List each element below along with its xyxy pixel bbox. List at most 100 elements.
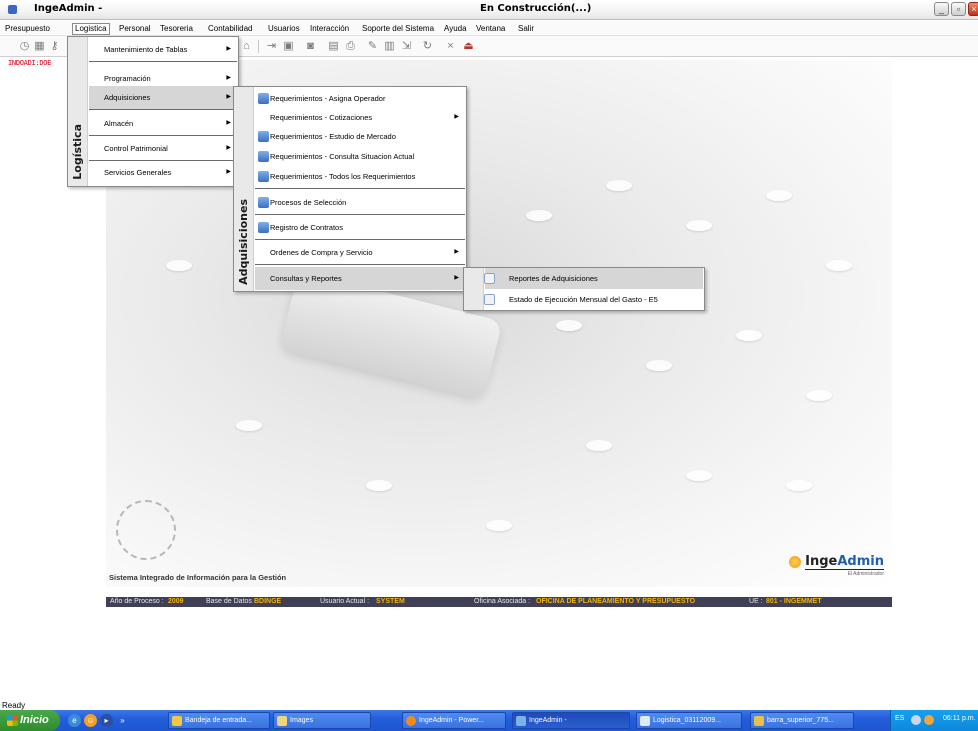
preview-icon[interactable]: ▤: [327, 40, 340, 53]
app-globe-icon: [406, 716, 416, 726]
decor-dot: [826, 260, 852, 271]
messenger-tray-icon[interactable]: [924, 715, 934, 725]
requirement-icon: [258, 93, 269, 104]
brand-prefix: Inge: [805, 554, 838, 569]
export-icon[interactable]: ⇲: [400, 40, 413, 53]
task-ingeadmin-power[interactable]: IngeAdmin - Power...: [402, 712, 506, 729]
messenger-icon[interactable]: ☺: [84, 714, 97, 727]
menu-item-consultas-reportes[interactable]: Consultas y Reportes ▶: [255, 267, 465, 290]
menu-item-ordenes-compra[interactable]: Ordenes de Compra y Servicio ▶: [255, 241, 465, 265]
decor-dot: [366, 480, 392, 491]
menu-ventana[interactable]: Ventana: [474, 23, 507, 35]
menu-item-label: Almacén: [104, 119, 134, 128]
language-indicator[interactable]: ES: [895, 715, 904, 722]
logistica-menu: Logística Mantenimiento de Tablas ▶ Progr…: [67, 36, 239, 187]
menu-logistica[interactable]: Logistica: [72, 23, 110, 35]
refresh-icon[interactable]: ↻: [421, 40, 434, 53]
delete-icon[interactable]: ×: [444, 40, 457, 53]
task-logistica[interactable]: Logistica_03112009...: [636, 712, 742, 729]
menu-item-label: Consultas y Reportes: [270, 274, 342, 283]
menu-salir[interactable]: Salir: [516, 23, 536, 35]
ie-icon[interactable]: e: [68, 714, 81, 727]
maximize-button[interactable]: ▫: [951, 2, 966, 16]
menu-soporte[interactable]: Soporte del Sistema: [360, 23, 436, 35]
submenu-arrow-icon: ▶: [226, 120, 231, 126]
office-label: Oficina Asociada :: [474, 598, 531, 605]
task-outlook[interactable]: Bandeja de entrada...: [168, 712, 270, 729]
menu-item-registro-contratos[interactable]: Registro de Contratos: [255, 216, 465, 240]
menu-item-adquisiciones[interactable]: Adquisiciones ▶: [89, 86, 237, 110]
decor-dot: [806, 390, 832, 401]
menu-item-label: Requerimientos - Asigna Operador: [270, 94, 386, 103]
task-label: barra_superior_775...: [767, 717, 834, 724]
arrow-icon[interactable]: ⇥: [265, 40, 278, 53]
minimize-button[interactable]: _: [934, 2, 949, 16]
close-button[interactable]: ×: [968, 2, 978, 16]
taskbar: Inicio e ☺ ▸ » Bandeja de entrada... Ima…: [0, 710, 978, 731]
decor-dot: [556, 320, 582, 331]
menu-item-procesos-seleccion[interactable]: Procesos de Selección: [255, 191, 465, 215]
requirement-icon: [258, 151, 269, 162]
key-icon[interactable]: ⚷: [48, 40, 61, 53]
paint-icon: [754, 716, 764, 726]
folder-icon: [277, 716, 287, 726]
menu-bar: Presupuesto Logistica Personal Tesoreria…: [0, 21, 978, 36]
mail-icon: [172, 716, 182, 726]
image-icon: [640, 716, 650, 726]
toolbar-separator: [258, 40, 259, 53]
user-label: Usuario Actual :: [320, 598, 370, 605]
network-icon[interactable]: [911, 715, 921, 725]
title-bar: IngeAdmin - En Construcción(...) _ ▫ ×: [0, 0, 978, 20]
consultas-submenu: Reportes de Adquisiciones Estado de Ejec…: [463, 267, 705, 311]
year-label: Año de Proceso :: [110, 598, 164, 605]
start-button[interactable]: Inicio: [0, 710, 60, 731]
pencil-icon[interactable]: ✎: [366, 40, 379, 53]
menu-interaccion[interactable]: Interacción: [308, 23, 351, 35]
app-icon[interactable]: [8, 5, 17, 14]
disk-icon[interactable]: ◙: [304, 40, 317, 53]
app-name: IngeAdmin -: [34, 3, 103, 14]
menu-usuarios[interactable]: Usuarios: [266, 23, 302, 35]
decor-dot: [166, 260, 192, 271]
calculator-icon[interactable]: ▦: [33, 40, 46, 53]
submenu-arrow-icon: ▶: [454, 249, 459, 255]
menu-personal[interactable]: Personal: [117, 23, 153, 35]
save-icon[interactable]: ▣: [282, 40, 295, 53]
menu-item-reportes-adquisiciones[interactable]: Reportes de Adquisiciones: [484, 268, 703, 289]
process-icon: [258, 197, 269, 208]
menu-item-mantenimiento[interactable]: Mantenimiento de Tablas ▶: [89, 38, 237, 62]
task-label: IngeAdmin - Power...: [419, 717, 484, 724]
menu-item-label: Requerimientos - Consulta Situacion Actu…: [270, 152, 415, 161]
media-icon[interactable]: ▸: [100, 714, 113, 727]
clock-icon[interactable]: ◷: [18, 40, 31, 53]
grid-icon[interactable]: ▥: [383, 40, 396, 53]
menu-item-estado-ejecucion[interactable]: Estado de Ejecución Mensual del Gasto - …: [484, 289, 703, 310]
menu-item-servicios-generales[interactable]: Servicios Generales ▶: [89, 161, 237, 184]
menu-tesoreria[interactable]: Tesoreria: [158, 23, 195, 35]
menu-presupuesto[interactable]: Presupuesto: [3, 23, 52, 35]
user-value: SYSTEM: [376, 598, 405, 605]
menu-side-label: Logística: [71, 124, 84, 180]
menu-ayuda[interactable]: Ayuda: [442, 23, 469, 35]
brand-name: IngeAdmin: [805, 554, 884, 570]
task-ingeadmin[interactable]: IngeAdmin -: [512, 712, 630, 729]
task-images[interactable]: Images: [273, 712, 371, 729]
exit-icon[interactable]: ⏏: [462, 40, 475, 53]
quicklaunch-more-icon[interactable]: »: [116, 714, 129, 727]
menu-item-control-patrimonial[interactable]: Control Patrimonial ▶: [89, 137, 237, 161]
menu-item-label: Requerimientos - Cotizaciones: [270, 113, 373, 122]
menu-item-label: Estado de Ejecución Mensual del Gasto - …: [509, 295, 658, 304]
report-icon: [484, 273, 495, 284]
menu-item-label: Reportes de Adquisiciones: [509, 274, 598, 283]
print-icon[interactable]: ⎙: [344, 40, 357, 53]
home-icon[interactable]: ⌂: [240, 40, 253, 53]
decor-dot: [786, 480, 812, 491]
menu-contabilidad[interactable]: Contabilidad: [206, 23, 254, 35]
menu-item-req-todos[interactable]: Requerimientos - Todos los Requerimiento…: [255, 165, 465, 189]
menu-side-label: Adquisiciones: [237, 199, 250, 285]
menu-item-almacen[interactable]: Almacén ▶: [89, 112, 237, 136]
task-barra-superior[interactable]: barra_superior_775...: [750, 712, 854, 729]
menu-side-panel: Logística: [68, 37, 88, 186]
menu-item-label: Ordenes de Compra y Servicio: [270, 248, 373, 257]
session-info-strip: Año de Proceso : 2009 Base de Datos : BD…: [106, 597, 892, 607]
